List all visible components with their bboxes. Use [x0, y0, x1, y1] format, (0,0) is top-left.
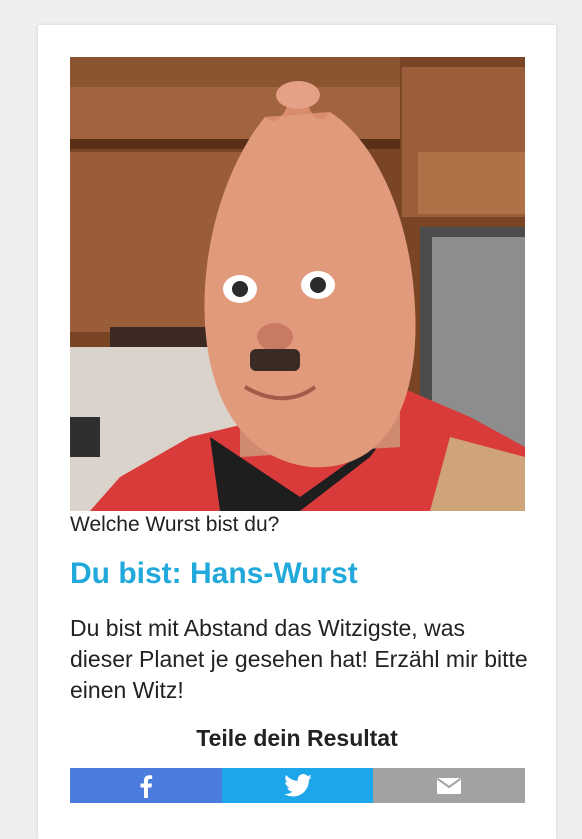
twitter-icon — [283, 774, 312, 797]
result-photo — [70, 57, 525, 511]
result-photo-illustration — [70, 57, 525, 511]
share-bar — [70, 768, 526, 803]
result-description: Du bist mit Abstand das Witzigste, was d… — [70, 615, 528, 703]
quiz-title: Welche Wurst bist du? — [70, 513, 280, 536]
share-mail-button[interactable] — [373, 768, 526, 803]
share-facebook-button[interactable] — [70, 768, 222, 803]
result-title: Du bist: Hans-Wurst — [70, 557, 358, 590]
share-heading: Teile dein Resultat — [196, 725, 398, 751]
mail-icon — [437, 777, 462, 794]
share-twitter-button[interactable] — [221, 768, 374, 803]
facebook-icon — [140, 774, 153, 798]
quiz-result-card: Welche Wurst bist du? Du bist: Hans-Wurs… — [38, 25, 556, 839]
